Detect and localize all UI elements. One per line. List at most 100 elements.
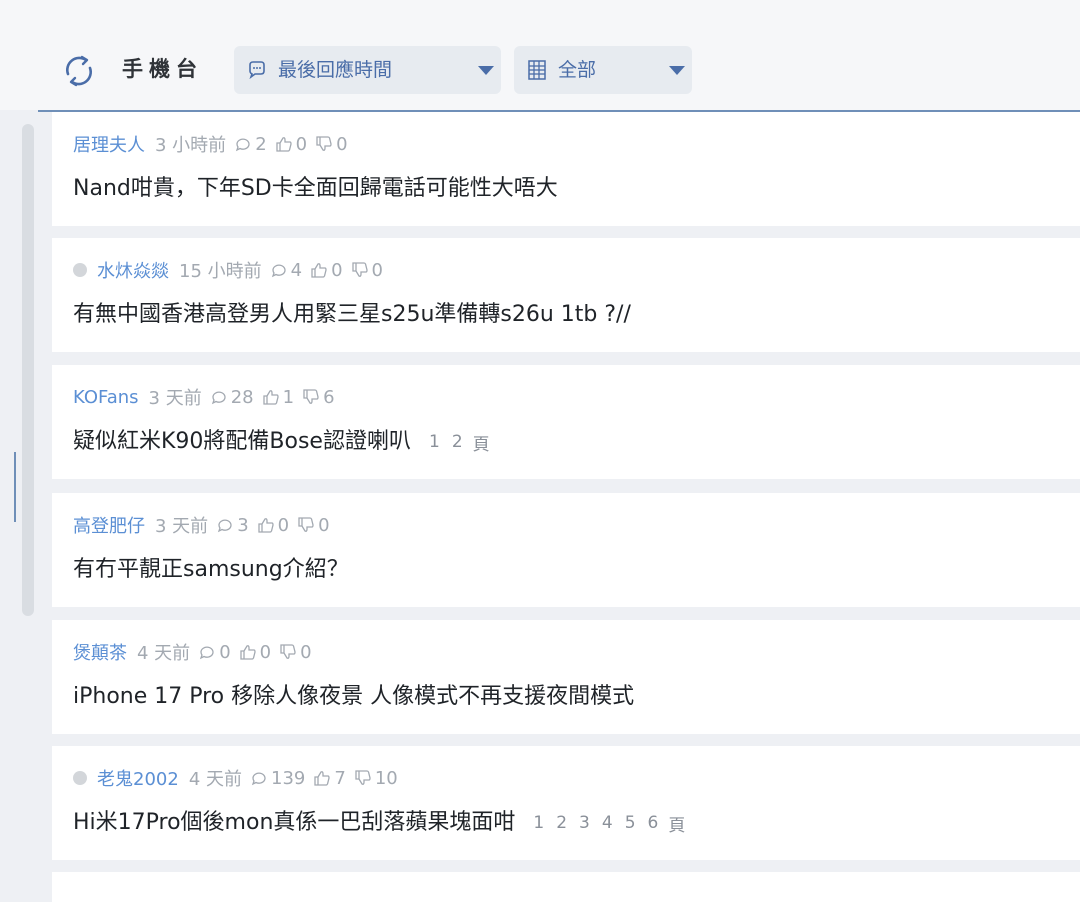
comment-icon xyxy=(236,138,250,152)
reply-count: 139 xyxy=(271,767,306,789)
thread-title[interactable]: Hi米17Pro個後mon真係一巴刮落蘋果塊面咁 xyxy=(73,808,515,838)
reply-count-stat: 2 xyxy=(234,133,267,155)
page-suffix: 頁 xyxy=(472,434,490,455)
like-count: 7 xyxy=(334,767,346,789)
thread-author[interactable]: 煲顛茶 xyxy=(73,639,127,665)
like-count-stat: 0 xyxy=(310,260,343,281)
thumbs-up-icon xyxy=(257,518,274,533)
thread-meta: 煲顛茶 4 天前 0 0 0 xyxy=(73,639,320,665)
like-count: 0 xyxy=(295,133,308,155)
thread-title-row: iPhone 17 Pro 移除人像夜景 人像模式不再支援夜間模式 xyxy=(73,682,634,712)
thread-title[interactable]: 疑似紅米K90將配備Bose認證喇叭 xyxy=(73,427,411,457)
thread-author[interactable]: 老鬼2002 xyxy=(97,765,179,791)
page-link[interactable]: 2 xyxy=(556,813,567,833)
pagination: 12頁 xyxy=(423,430,490,455)
thread-meta: 高登肥仔 3 天前 3 0 0 xyxy=(73,512,338,538)
refresh-button[interactable] xyxy=(60,52,98,90)
page-link[interactable]: 2 xyxy=(452,432,463,452)
reply-count: 2 xyxy=(255,133,267,155)
thread-author[interactable]: 高登肥仔 xyxy=(73,512,145,538)
thread-title[interactable]: Nand咁貴，下年SD卡全面回歸電話可能性大唔大 xyxy=(73,174,558,204)
thread-row[interactable]: 高登肥仔 3 天前 3 0 0 有冇平靚正samsung介紹？ xyxy=(52,493,1080,607)
comment-icon xyxy=(200,646,214,660)
refresh-icon xyxy=(66,55,92,87)
status-dot xyxy=(73,771,87,785)
dislike-count-stat: 0 xyxy=(279,641,312,663)
thread-title[interactable]: iPhone 17 Pro 移除人像夜景 人像模式不再支援夜間模式 xyxy=(73,682,634,712)
like-count-stat: 0 xyxy=(257,515,289,536)
page-link[interactable]: 1 xyxy=(429,432,440,452)
dislike-count: 0 xyxy=(371,259,383,281)
thumbs-up-icon xyxy=(239,645,256,660)
pagination: 123456頁 xyxy=(527,811,685,836)
thread-row[interactable]: 老鬼2002 4 天前 139 7 10 Hi米17Pro個後mon真係一巴刮落蘋果塊面咁… xyxy=(52,746,1080,860)
thread-row[interactable] xyxy=(52,872,1080,902)
sort-dropdown[interactable]: 最後回應時間 xyxy=(234,46,501,94)
thumbs-up-icon xyxy=(314,771,331,786)
like-count: 1 xyxy=(282,386,295,408)
dislike-count-stat: 10 xyxy=(354,768,398,789)
thread-time: 15 小時前 xyxy=(179,261,262,282)
thumbs-up-icon xyxy=(262,390,279,405)
thread-title-row: Nand咁貴，下年SD卡全面回歸電話可能性大唔大 xyxy=(73,174,558,204)
thread-time: 4 天前 xyxy=(137,643,191,664)
dislike-count: 0 xyxy=(300,641,312,663)
thumbs-down-icon xyxy=(316,136,332,151)
thread-title[interactable]: 有無中國香港高登男人用緊三星s25u準備轉s26u 1tb ?// xyxy=(73,300,631,330)
reply-count: 4 xyxy=(290,259,303,281)
page-link[interactable]: 6 xyxy=(648,813,659,833)
thread-time: 4 天前 xyxy=(188,769,242,790)
thread-row[interactable]: KOFans 3 天前 28 1 6 疑似紅米K90將配備Bose認證喇叭 1 2 頁 xyxy=(52,365,1080,479)
comment-icon xyxy=(211,391,226,405)
thread-title-row: Hi米17Pro個後mon真係一巴刮落蘋果塊面咁 1 2 3 4 5 6 頁 xyxy=(73,808,685,838)
page-link[interactable]: 4 xyxy=(602,813,613,833)
thumbs-up-icon xyxy=(275,137,292,152)
like-count-stat: 0 xyxy=(239,642,271,663)
dislike-count-stat: 0 xyxy=(297,515,330,536)
status-dot xyxy=(73,263,87,277)
filter-dropdown-label: 全部 xyxy=(558,59,597,81)
thread-meta: KOFans 3 天前 28 1 6 xyxy=(73,385,343,410)
thread-author[interactable]: KOFans xyxy=(73,387,139,408)
like-count-stat: 0 xyxy=(275,134,307,155)
reply-count-stat: 139 xyxy=(250,768,305,789)
thread-author[interactable]: 居理夫人 xyxy=(73,131,145,157)
like-count: 0 xyxy=(277,514,290,536)
reply-count-stat: 4 xyxy=(270,260,302,281)
thread-title-row: 有無中國香港高登男人用緊三星s25u準備轉s26u 1tb ?// xyxy=(73,300,631,330)
thread-meta: 居理夫人 3 小時前 2 0 0 xyxy=(73,131,356,157)
chat-bubble-icon xyxy=(249,61,265,80)
scrollbar[interactable] xyxy=(22,124,34,616)
like-count-stat: 1 xyxy=(262,387,294,408)
thread-time: 3 小時前 xyxy=(155,135,227,156)
thread-author[interactable]: 水炑焱燚 xyxy=(97,257,169,283)
comment-icon xyxy=(218,519,232,533)
dislike-count-stat: 0 xyxy=(351,260,383,281)
thumbs-down-icon xyxy=(280,644,296,659)
page-suffix: 頁 xyxy=(668,815,686,836)
dislike-count: 10 xyxy=(374,767,398,789)
thread-row[interactable]: 煲顛茶 4 天前 0 0 0 iPhone 17 Pro 移除人像夜景 人像模式不再支援夜… xyxy=(52,620,1080,734)
thread-time: 3 天前 xyxy=(155,516,209,537)
filter-dropdown[interactable]: 全部 xyxy=(514,46,692,94)
thread-meta: 老鬼2002 4 天前 139 7 10 xyxy=(73,766,406,790)
thumbs-down-icon xyxy=(303,389,319,404)
thread-title-row: 有冇平靚正samsung介紹？ xyxy=(73,555,349,585)
thumbs-up-icon xyxy=(311,263,327,278)
reply-count: 3 xyxy=(237,514,249,536)
thread-row[interactable]: 水炑焱燚 15 小時前 4 0 0 有無中國香港高登男人用緊三星s25u準備轉s26u 1… xyxy=(52,238,1080,352)
dislike-count: 6 xyxy=(323,386,335,408)
reply-count: 0 xyxy=(219,641,231,663)
page-link[interactable]: 1 xyxy=(533,813,544,833)
page-link[interactable]: 3 xyxy=(579,813,590,833)
reply-count-stat: 28 xyxy=(210,387,254,408)
thumbs-down-icon xyxy=(298,517,314,532)
thread-title[interactable]: 有冇平靚正samsung介紹？ xyxy=(73,555,349,585)
sort-dropdown-label: 最後回應時間 xyxy=(278,59,393,81)
dislike-count: 0 xyxy=(336,133,348,155)
thumbs-down-icon xyxy=(351,262,368,277)
dislike-count-stat: 0 xyxy=(315,133,348,155)
thread-row[interactable]: 居理夫人 3 小時前 2 0 0 Nand咁貴，下年SD卡全面回歸電話可能性大唔大 xyxy=(52,112,1080,226)
like-count: 0 xyxy=(259,641,272,663)
page-link[interactable]: 5 xyxy=(625,813,636,833)
